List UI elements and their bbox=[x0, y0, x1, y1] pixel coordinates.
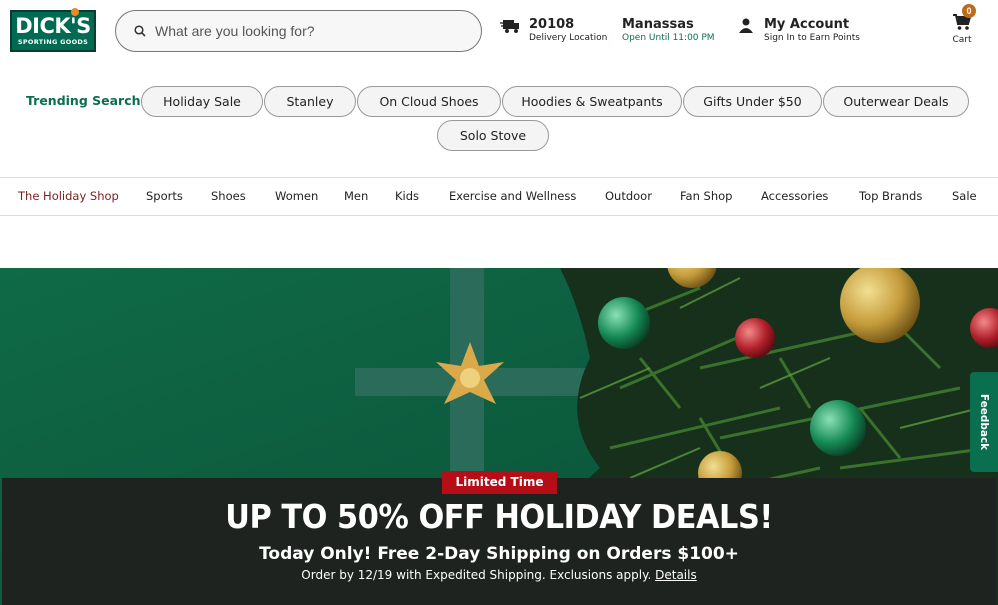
nav-item-shoes[interactable]: Shoes bbox=[211, 189, 246, 203]
trending-searches-label: Trending Searches bbox=[26, 93, 157, 108]
store-selector[interactable]: Manassas Open Until 11:00 PM bbox=[622, 17, 715, 44]
details-link[interactable]: Details bbox=[655, 568, 697, 582]
store-name: Manassas bbox=[622, 17, 694, 32]
promo-banner[interactable]: Limited Time UP TO 50% OFF HOLIDAY DEALS… bbox=[2, 471, 996, 605]
feedback-label: Feedback bbox=[978, 393, 990, 451]
logo-subtext: SPORTING GOODS bbox=[17, 38, 89, 46]
dicks-logo[interactable]: DICK'S SPORTING GOODS bbox=[10, 8, 96, 52]
promo-disclaimer: Order by 12/19 with Expedited Shipping. … bbox=[2, 568, 996, 582]
nav-item-holiday-shop[interactable]: The Holiday Shop bbox=[18, 189, 119, 203]
nav-item-men[interactable]: Men bbox=[344, 189, 368, 203]
nav-item-exercise-wellness[interactable]: Exercise and Wellness bbox=[449, 189, 576, 203]
nav-item-accessories[interactable]: Accessories bbox=[761, 189, 828, 203]
nav-item-women[interactable]: Women bbox=[275, 189, 318, 203]
cart-button[interactable]: 0 Cart bbox=[950, 4, 976, 45]
delivery-label: Delivery Location bbox=[529, 33, 608, 43]
logo-text: DICK'S bbox=[15, 14, 91, 38]
nav-item-top-brands[interactable]: Top Brands bbox=[859, 189, 922, 203]
trending-pill[interactable]: On Cloud Shoes bbox=[357, 86, 501, 117]
nav-item-sale[interactable]: Sale bbox=[952, 189, 977, 203]
feedback-tab[interactable]: Feedback bbox=[970, 372, 998, 472]
cart-count-badge: 0 bbox=[962, 4, 976, 18]
delivery-location[interactable]: 20108 Delivery Location bbox=[529, 17, 607, 44]
trending-pill[interactable]: Stanley bbox=[264, 86, 356, 117]
page: DICK'S SPORTING GOODS 20108 Delivery Loc… bbox=[0, 0, 998, 605]
search-input[interactable] bbox=[155, 23, 481, 39]
nav-item-fan-shop[interactable]: Fan Shop bbox=[680, 189, 732, 203]
nav-item-sports[interactable]: Sports bbox=[146, 189, 183, 203]
store-hours: Open Until 11:00 PM bbox=[622, 33, 715, 43]
trending-pill[interactable]: Solo Stove bbox=[437, 120, 549, 151]
account-title: My Account bbox=[764, 17, 850, 32]
account-subtitle: Sign In to Earn Points bbox=[764, 33, 860, 43]
cart-label: Cart bbox=[952, 35, 972, 45]
account-icon[interactable] bbox=[737, 17, 755, 40]
trending-pill[interactable]: Hoodies & Sweatpants bbox=[502, 86, 682, 117]
logo-ball-icon bbox=[71, 8, 79, 16]
delivery-zip: 20108 bbox=[529, 17, 575, 32]
limited-time-badge: Limited Time bbox=[442, 471, 557, 494]
delivery-location-icon[interactable] bbox=[500, 17, 522, 40]
nav-bottom-divider bbox=[0, 215, 998, 216]
nav-item-outdoor[interactable]: Outdoor bbox=[605, 189, 652, 203]
trending-pill[interactable]: Gifts Under $50 bbox=[683, 86, 822, 117]
search-icon[interactable] bbox=[134, 25, 154, 37]
promo-disclaimer-text: Order by 12/19 with Expedited Shipping. … bbox=[301, 568, 652, 582]
trending-pill[interactable]: Holiday Sale bbox=[141, 86, 263, 117]
my-account[interactable]: My Account Sign In to Earn Points bbox=[764, 17, 860, 44]
nav-top-divider bbox=[0, 177, 998, 178]
promo-subheadline: Today Only! Free 2-Day Shipping on Order… bbox=[259, 544, 739, 564]
promo-headline: UP TO 50% OFF HOLIDAY DEALS! bbox=[225, 497, 773, 536]
search-bar[interactable] bbox=[115, 10, 482, 52]
nav-item-kids[interactable]: Kids bbox=[395, 189, 419, 203]
trending-pill[interactable]: Outerwear Deals bbox=[823, 86, 969, 117]
